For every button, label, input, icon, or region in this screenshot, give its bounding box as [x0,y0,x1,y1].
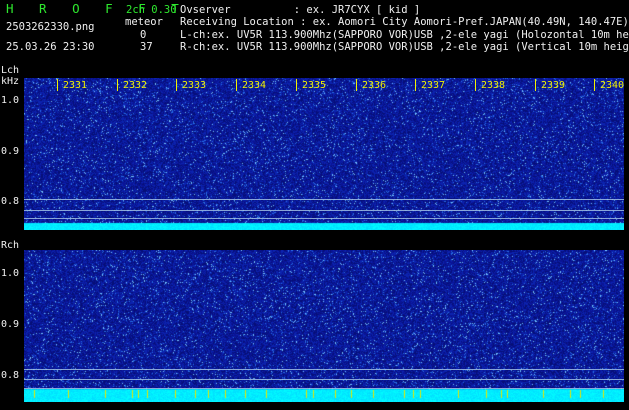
rch-tick-0-9: 0.9 [1,319,20,330]
time-mark-2338: 2338 [474,79,506,91]
rch-tick-1-0: 1.0 [1,268,20,279]
rch-freq-line-2 [24,379,624,380]
lch-freq-line-1 [24,199,624,200]
lch-unit-label: kHz [1,76,20,87]
time-mark-2333: 2333 [175,79,207,91]
meteor-label: meteor [125,16,163,28]
lch-freq-line-2 [24,210,624,211]
lch-tick-0-9: 0.9 [1,146,20,157]
time-mark-2335: 2335 [295,79,327,91]
datetime-label: 25.03.26 23:30 [6,41,95,53]
version-label: 2ch 0.30 [126,4,177,16]
location-info: Receiving Location : ex. Aomori City Aom… [180,16,629,28]
rch-freq-line-3 [24,388,624,389]
rch-freq-line-1 [24,369,624,370]
rch-receiver-info: R-ch:ex. UV5R 113.900Mhz(SAPPORO VOR)USB… [180,41,629,53]
observer-info: Ovserver : ex. JR7CYX [ kid ] [180,4,421,16]
time-mark-2336: 2336 [355,79,387,91]
time-mark-2334: 2334 [235,79,267,91]
lch-channel-label: Lch [1,65,20,76]
lch-spectrogram [24,78,624,230]
lch-freq-line-3 [24,218,624,219]
lch-tick-0-8: 0.8 [1,196,20,207]
time-mark-2332: 2332 [116,79,148,91]
rch-channel-label: Rch [1,240,20,251]
rch-meteor-count: 37 [140,41,153,53]
lch-meteor-count: 0 [140,29,147,41]
time-mark-2331: 2331 [56,79,88,91]
rch-tick-0-8: 0.8 [1,370,20,381]
time-mark-2339: 2339 [534,79,566,91]
rch-spectrogram [24,250,624,402]
lch-receiver-info: L-ch:ex. UV5R 113.900Mhz(SAPPORO VOR)USB… [180,29,629,41]
time-mark-2340: 2340 [593,79,625,91]
time-mark-2337: 2337 [414,79,446,91]
filename-label: 2503262330.png [6,21,95,33]
lch-tick-1-0: 1.0 [1,95,20,106]
